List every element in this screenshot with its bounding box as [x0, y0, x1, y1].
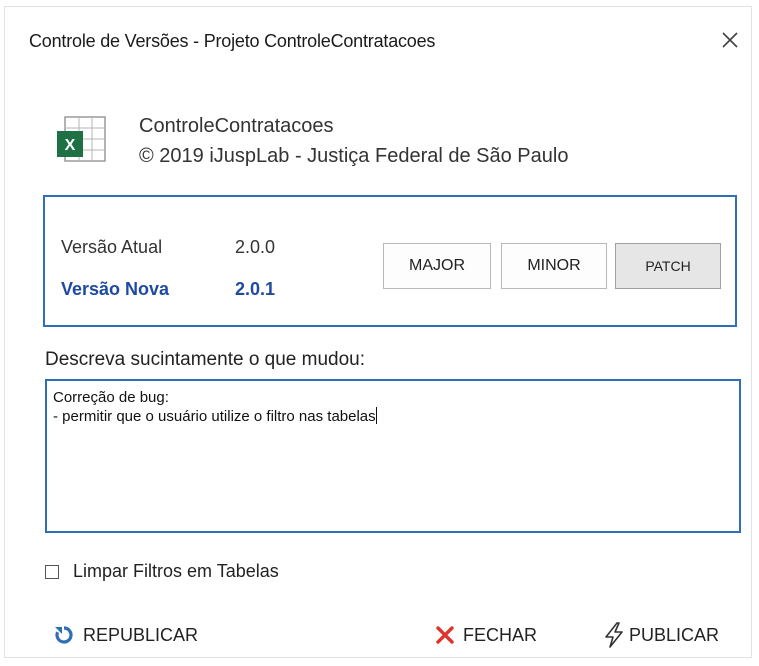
- text-caret: [375, 407, 377, 424]
- excel-file-icon: X: [57, 113, 115, 165]
- refresh-icon: [53, 624, 75, 646]
- lightning-icon: [603, 622, 625, 648]
- close-icon: [435, 625, 455, 645]
- close-window-button[interactable]: [715, 25, 745, 55]
- description-text: Correção de bug: - permitir que o usuári…: [53, 389, 376, 425]
- window-title: Controle de Versões - Projeto ControleCo…: [29, 31, 436, 51]
- current-version-label: Versão Atual: [61, 237, 163, 257]
- publish-button[interactable]: PUBLICAR: [603, 619, 719, 651]
- version-panel: Versão Atual 2.0.0 Versão Nova 2.0.1 MAJ…: [43, 195, 737, 327]
- close-icon: [722, 32, 738, 48]
- clear-filters-label: Limpar Filtros em Tabelas: [73, 561, 279, 581]
- close-button[interactable]: FECHAR: [435, 619, 537, 651]
- patch-button[interactable]: PATCH: [615, 243, 721, 289]
- republish-button[interactable]: REPUBLICAR: [53, 619, 198, 651]
- description-label: Descreva sucintamente o que mudou:: [45, 349, 366, 370]
- title-bar: Controle de Versões - Projeto ControleCo…: [5, 7, 751, 71]
- new-version-value: 2.0.1: [235, 279, 276, 299]
- project-copyright: © 2019 iJuspLab - Justiça Federal de São…: [139, 145, 569, 167]
- description-textarea[interactable]: Correção de bug: - permitir que o usuári…: [45, 379, 741, 533]
- minor-button[interactable]: MINOR: [501, 243, 607, 289]
- version-control-dialog: Controle de Versões - Projeto ControleCo…: [4, 6, 752, 658]
- clear-filters-option[interactable]: Limpar Filtros em Tabelas: [45, 561, 279, 582]
- major-button[interactable]: MAJOR: [383, 243, 491, 289]
- project-name: ControleContratacoes: [139, 115, 334, 137]
- svg-text:X: X: [65, 137, 76, 154]
- current-version-value: 2.0.0: [235, 237, 276, 257]
- close-label: FECHAR: [463, 624, 538, 645]
- republish-label: REPUBLICAR: [83, 624, 199, 645]
- new-version-label: Versão Nova: [61, 279, 170, 299]
- publish-label: PUBLICAR: [629, 624, 720, 645]
- clear-filters-checkbox[interactable]: [45, 564, 59, 579]
